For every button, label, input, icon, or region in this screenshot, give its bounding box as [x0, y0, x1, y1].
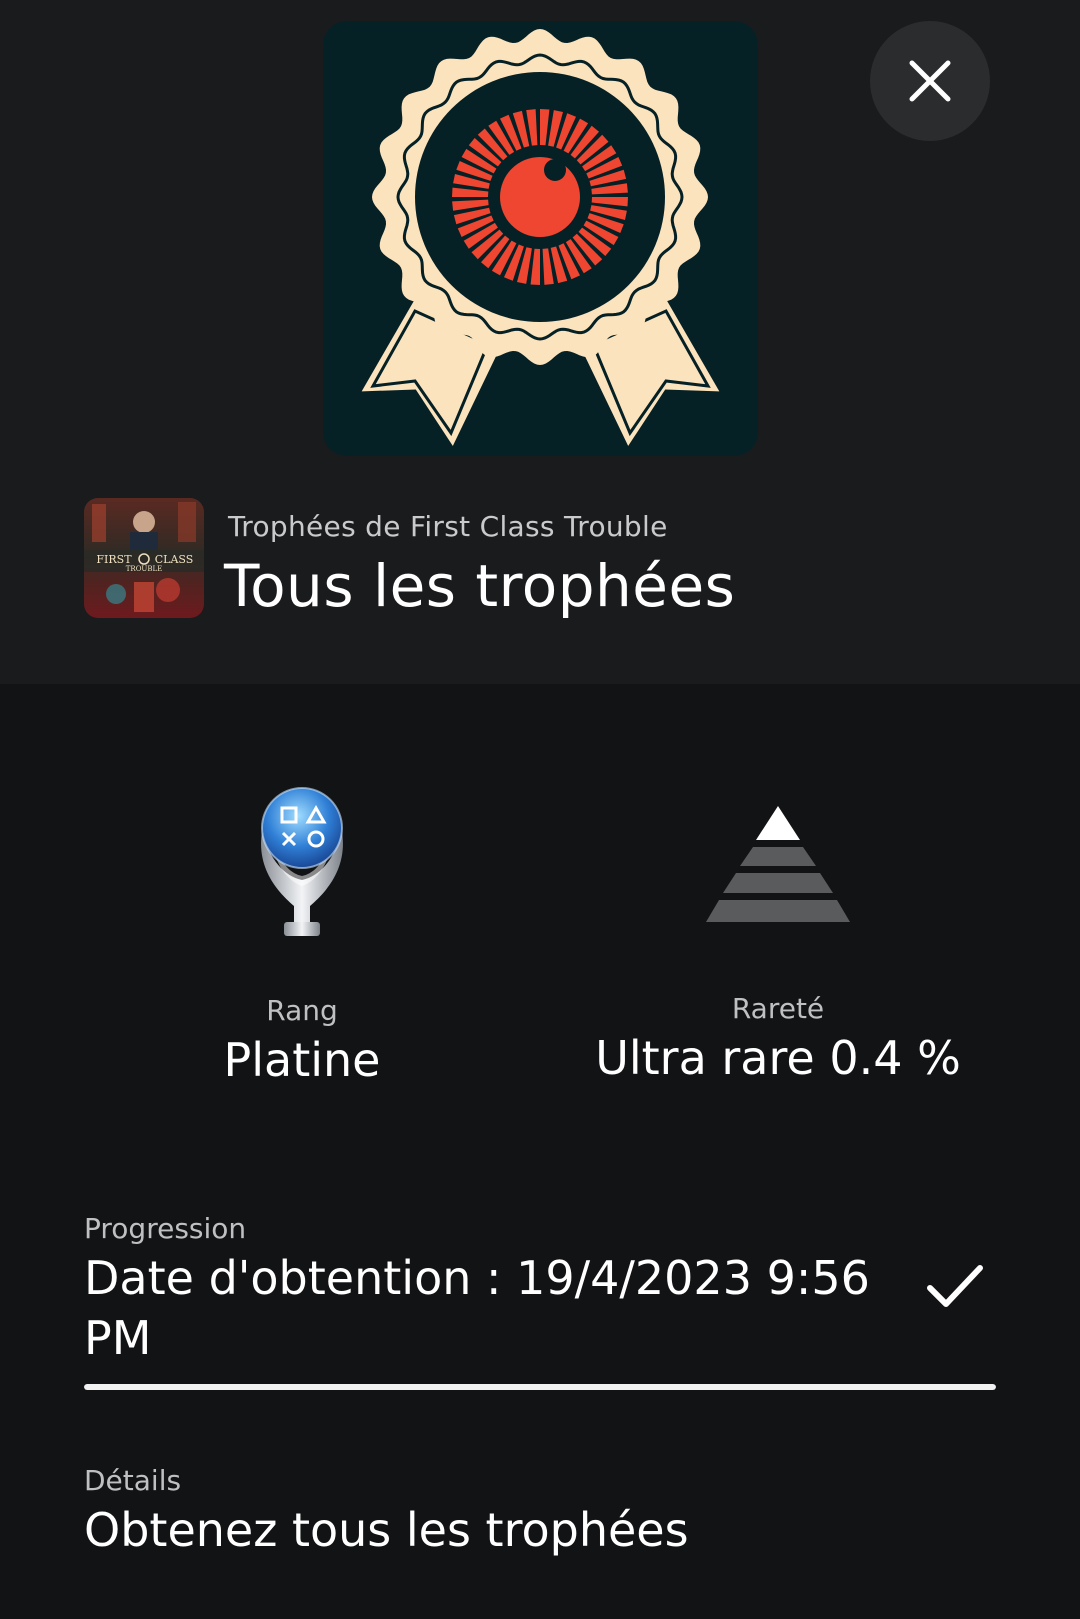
- game-thumbnail[interactable]: FIRST CLASS TROUBLE: [84, 498, 204, 618]
- grade-label: Rang: [266, 994, 338, 1027]
- progress-label: Progression: [84, 1212, 247, 1245]
- close-icon: [909, 60, 951, 102]
- grade-stat: Rang Platine: [82, 994, 522, 1087]
- checkmark-icon: [927, 1265, 983, 1307]
- game-trophy-list-subtitle[interactable]: Trophées de First Class Trouble: [228, 510, 668, 543]
- rarity-value: Ultra rare 0.4 %: [595, 1031, 961, 1085]
- platinum-trophy-icon: [261, 787, 343, 936]
- ribbon-medal-eye-icon: [323, 21, 758, 456]
- page-title: Tous les trophées: [224, 552, 736, 620]
- progress-bar-fill: [84, 1384, 996, 1390]
- rarity-stat: Rareté Ultra rare 0.4 %: [558, 992, 998, 1085]
- details-label: Détails: [84, 1464, 182, 1497]
- game-thumb-text-3: TROUBLE: [126, 565, 162, 573]
- rarity-label: Rareté: [731, 992, 825, 1025]
- earned-date-text: Date d'obtention : 19/4/2023 9:56 PM: [84, 1251, 870, 1365]
- progress-bar: [84, 1384, 996, 1390]
- trophy-description: Obtenez tous les trophées: [84, 1503, 689, 1557]
- grade-value: Platine: [223, 1033, 381, 1087]
- close-button[interactable]: [870, 21, 990, 141]
- pyramid-rarity-icon: [706, 806, 850, 922]
